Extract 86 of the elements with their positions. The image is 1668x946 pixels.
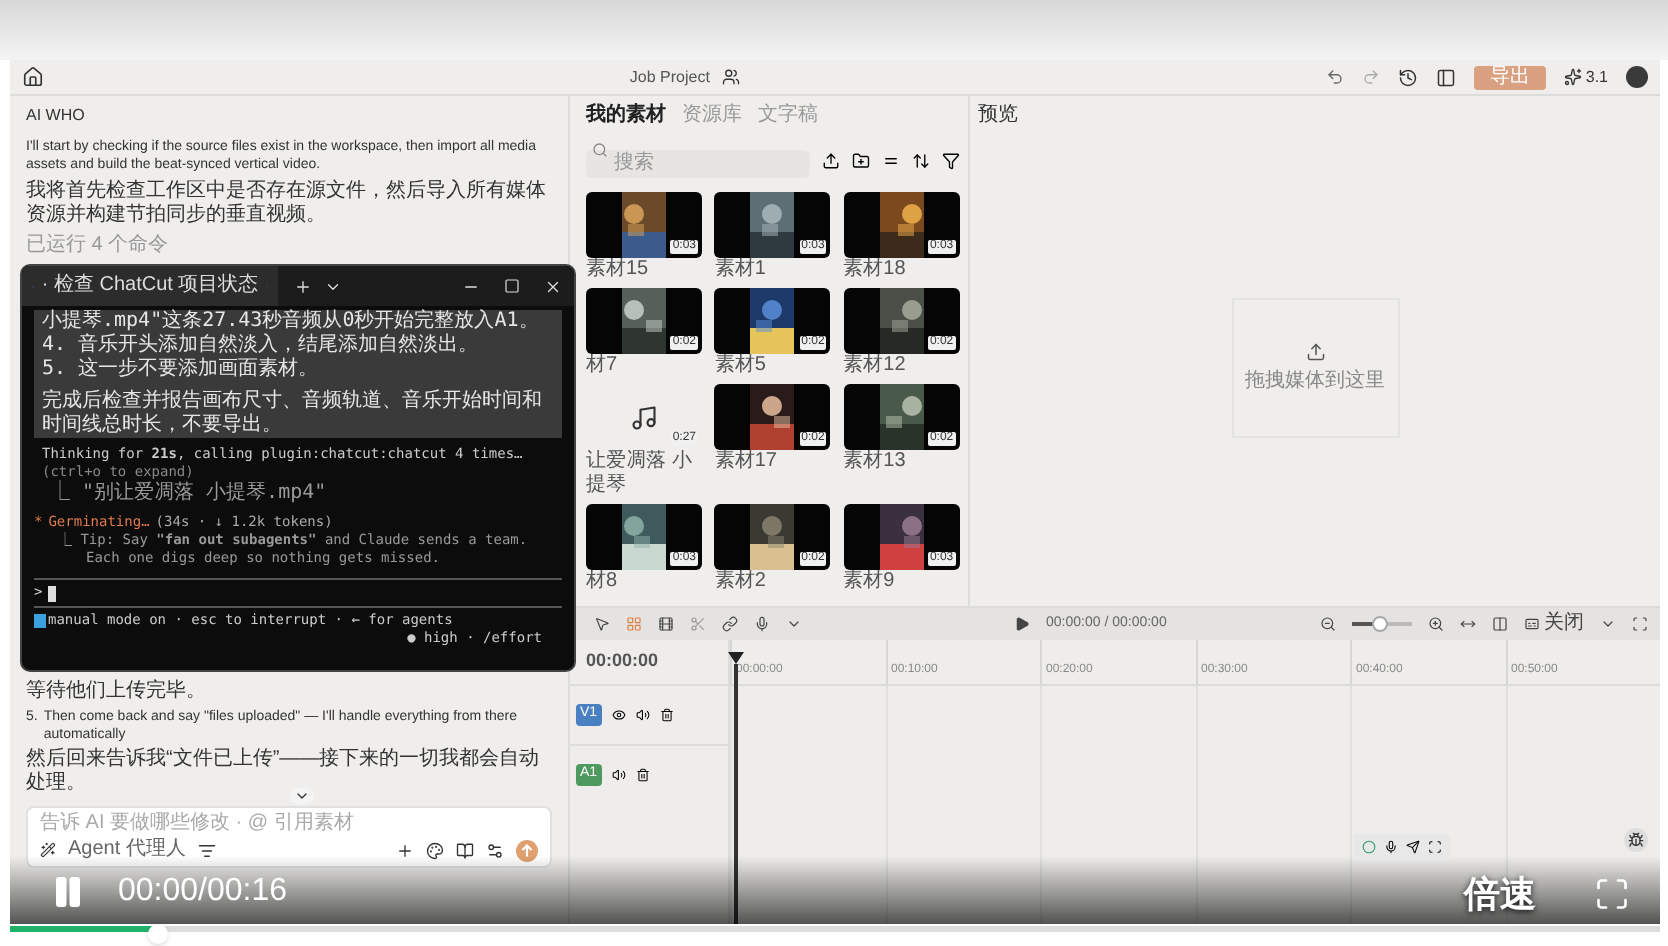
circle-icon[interactable] xyxy=(1362,840,1376,854)
media-name: 素材1 xyxy=(714,258,768,282)
new-tab-icon[interactable] xyxy=(294,277,312,295)
text-cursor xyxy=(48,585,57,601)
users-icon[interactable] xyxy=(721,68,740,86)
step-text-chinese: 然后回来告诉我“文件已上传”——接下来的一切我都会自动处理。 xyxy=(26,748,542,796)
chevron-down-icon[interactable] xyxy=(786,616,802,632)
sparkle-icon xyxy=(1563,68,1582,86)
close-icon[interactable] xyxy=(544,277,562,295)
speaker-icon[interactable] xyxy=(611,768,626,782)
zoom-out-icon[interactable] xyxy=(1320,616,1336,632)
agent-mode-label[interactable]: Agent 代理人 xyxy=(68,838,186,862)
credits-count: 3.1 xyxy=(1585,65,1608,89)
upload-icon[interactable] xyxy=(822,151,840,169)
play-icon[interactable] xyxy=(1014,616,1030,632)
media-name: 材8 xyxy=(586,570,620,594)
list-icon[interactable] xyxy=(197,841,216,859)
wand-icon[interactable] xyxy=(40,842,56,858)
palette-icon[interactable] xyxy=(426,841,444,859)
drop-hint: 拖拽媒体到这里 xyxy=(1245,369,1385,393)
scan-icon[interactable] xyxy=(1428,840,1442,854)
toggle-label[interactable]: 关闭 xyxy=(1544,612,1584,636)
settings-icon[interactable] xyxy=(486,841,504,859)
layout-icon[interactable] xyxy=(1435,67,1456,87)
fullscreen-icon[interactable] xyxy=(1594,876,1630,912)
media-name: 素材2 xyxy=(714,570,768,594)
microphone-icon[interactable] xyxy=(754,616,770,632)
sort-icon[interactable] xyxy=(912,151,930,169)
project-title: Job Project xyxy=(629,65,710,89)
chevron-down-icon xyxy=(293,788,309,804)
playback-time: 00:00/00:16 xyxy=(118,872,288,912)
trash-icon[interactable] xyxy=(635,768,650,782)
chat-input-field[interactable]: 告诉 AI 要做哪些修改 · @ 引用素材 xyxy=(40,812,538,836)
history-icon[interactable] xyxy=(1397,67,1418,87)
pointer-icon[interactable] xyxy=(594,616,610,632)
search-icon xyxy=(592,142,608,158)
film-icon[interactable] xyxy=(658,616,674,632)
prompt-line: 小提琴.mp4"这条27.43秒音频从0秒开始完整放入A1。 xyxy=(42,310,541,333)
chat-input-box[interactable]: 告诉 AI 要做哪些修改 · @ 引用素材 Agent 代理人 xyxy=(26,806,552,868)
tool-call-line: ⎿ "别让爱凋落 小提琴.mp4" xyxy=(48,482,329,506)
terminal-tab[interactable]: · 检查 ChatCut 项目状态 xyxy=(22,266,278,306)
avatar[interactable] xyxy=(1626,66,1648,88)
eye-icon[interactable] xyxy=(611,708,626,722)
folder-icon[interactable] xyxy=(852,151,870,169)
prompt-line: 4. 音乐开头添加自然淡入，结尾添加自然淡出。 xyxy=(42,334,481,357)
prompt-line: 完成后检查并报告画布尺寸、音频轨道、音乐开始时间和时间线总时长，不要导出。 xyxy=(42,390,544,438)
media-name: 素材13 xyxy=(843,450,908,474)
link-icon[interactable] xyxy=(722,616,738,632)
microphone-icon[interactable] xyxy=(1384,840,1398,854)
filter-icon[interactable] xyxy=(942,151,960,169)
media-name: 让爱凋落 小提琴 xyxy=(586,450,694,498)
intro-text-chinese: 我将首先检查工作区中是否存在源文件，然后导入所有媒体资源并构建节拍同步的垂直视频。 xyxy=(26,180,548,228)
media-name: 材7 xyxy=(586,354,620,378)
add-icon[interactable] xyxy=(396,841,414,859)
preview-title: 预览 xyxy=(978,104,1020,128)
mode-icon xyxy=(34,614,46,628)
maximize-icon[interactable] xyxy=(504,278,520,294)
media-name: 素材18 xyxy=(843,258,908,282)
media-name: 素材12 xyxy=(843,354,908,378)
prompt-line: 5. 这一步不要添加画面素材。 xyxy=(42,358,321,382)
slider-thumb[interactable] xyxy=(1371,616,1387,632)
fit-width-icon[interactable] xyxy=(1460,616,1476,632)
undo-icon[interactable] xyxy=(1325,68,1344,86)
media-name: 素材15 xyxy=(586,258,651,282)
speaker-icon[interactable] xyxy=(635,708,650,722)
book-icon[interactable] xyxy=(456,841,474,859)
captions-icon[interactable] xyxy=(1524,616,1540,632)
upload-icon xyxy=(1305,341,1325,361)
agent-name: AI WHO xyxy=(26,106,87,126)
music-note-icon xyxy=(630,403,658,431)
search-field[interactable]: 搜索 xyxy=(586,149,810,177)
columns-icon[interactable] xyxy=(1492,616,1508,632)
progress-thumb[interactable] xyxy=(148,924,169,944)
current-time: 00:00:00 xyxy=(586,648,659,675)
scroll-down-button[interactable] xyxy=(289,788,313,804)
zoom-in-icon[interactable] xyxy=(1428,616,1444,632)
send-icon[interactable] xyxy=(1406,840,1420,854)
media-tab[interactable]: 我的素材 xyxy=(586,104,666,128)
media-name: 素材5 xyxy=(714,354,768,378)
waiting-text: 等待他们上传完毕。 xyxy=(26,680,208,704)
media-name: 素材9 xyxy=(843,570,897,594)
home-icon[interactable] xyxy=(22,66,44,88)
chevron-down-icon[interactable] xyxy=(1600,616,1616,632)
trash-icon[interactable] xyxy=(659,708,674,722)
playhead[interactable] xyxy=(730,652,742,924)
media-name: 素材17 xyxy=(714,450,779,474)
